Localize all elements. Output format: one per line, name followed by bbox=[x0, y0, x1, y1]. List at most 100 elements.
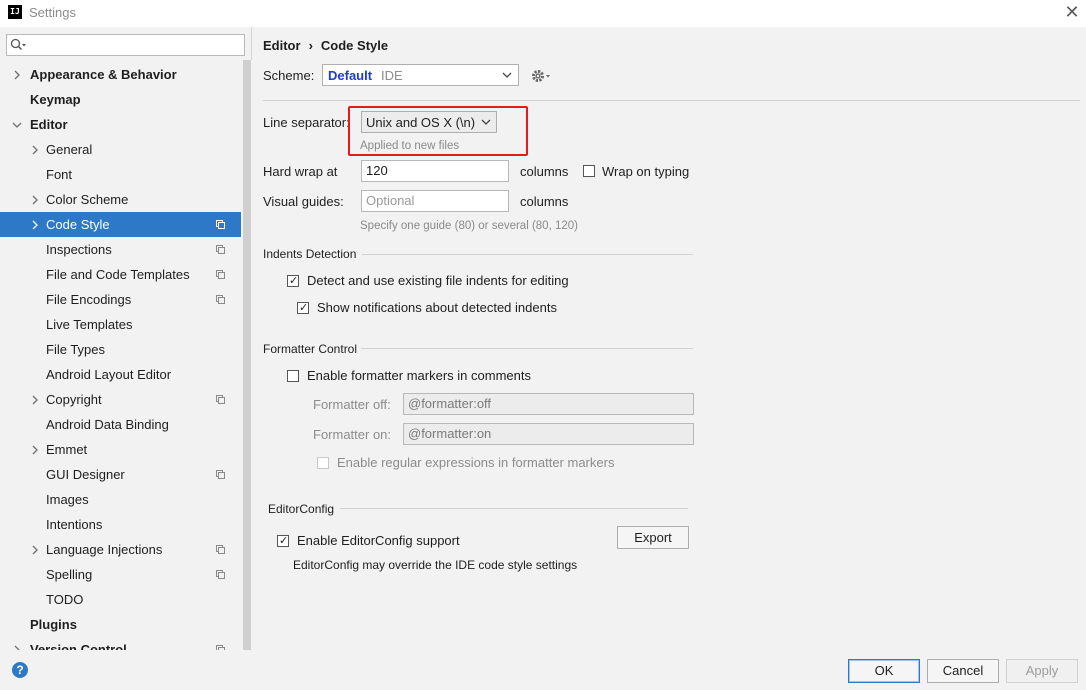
sidebar-item-label: Spelling bbox=[46, 567, 93, 582]
sidebar-item-plugins[interactable]: Plugins bbox=[0, 612, 241, 637]
sidebar-item-file-encodings[interactable]: File Encodings bbox=[0, 287, 241, 312]
project-scope-icon bbox=[216, 395, 225, 404]
chevron-right-icon[interactable] bbox=[30, 145, 40, 155]
visual-guides-input[interactable]: Optional bbox=[361, 190, 509, 212]
export-button[interactable]: Export bbox=[617, 526, 689, 549]
scheme-label: Scheme: bbox=[263, 68, 315, 83]
sidebar-item-live-templates[interactable]: Live Templates bbox=[0, 312, 241, 337]
hard-wrap-input[interactable]: 120 bbox=[361, 160, 509, 182]
sidebar-item-label: Emmet bbox=[46, 442, 88, 457]
chevron-right-icon[interactable] bbox=[30, 395, 40, 405]
visual-guides-hint: Specify one guide (80) or several (80, 1… bbox=[360, 220, 578, 232]
sidebar-item-label: Keymap bbox=[30, 92, 81, 107]
sidebar-item-font[interactable]: Font bbox=[0, 162, 241, 187]
sidebar-item-emmet[interactable]: Emmet bbox=[0, 437, 241, 462]
formatter-on-label: Formatter on: bbox=[313, 427, 392, 442]
wrap-on-typing-checkbox[interactable] bbox=[583, 165, 595, 177]
hard-wrap-unit: columns bbox=[520, 164, 569, 179]
checkmark-icon: ✓ bbox=[279, 535, 289, 547]
notify-indents-checkbox[interactable]: ✓ bbox=[297, 302, 309, 314]
sidebar-item-color-scheme[interactable]: Color Scheme bbox=[0, 187, 241, 212]
sidebar-scroll-thumb[interactable] bbox=[243, 60, 251, 650]
scheme-dropdown[interactable]: Default IDE bbox=[322, 64, 519, 86]
sidebar-item-label: File Types bbox=[46, 342, 106, 357]
sidebar-item-file-types[interactable]: File Types bbox=[0, 337, 241, 362]
sidebar-item-code-style[interactable]: Code Style bbox=[0, 212, 241, 237]
sidebar-item-label: Inspections bbox=[46, 242, 112, 257]
chevron-right-icon[interactable] bbox=[30, 195, 40, 205]
formatter-markers-label[interactable]: Enable formatter markers in comments bbox=[307, 368, 531, 383]
formatter-section-title: Formatter Control bbox=[263, 342, 358, 356]
sidebar-item-editor[interactable]: Editor bbox=[0, 112, 241, 137]
scheme-name: Default bbox=[328, 68, 373, 83]
sidebar-item-android-data-binding[interactable]: Android Data Binding bbox=[0, 412, 241, 437]
formatter-off-input[interactable]: @formatter:off bbox=[403, 393, 694, 415]
indents-section-title: Indents Detection bbox=[263, 247, 357, 261]
editorconfig-label[interactable]: Enable EditorConfig support bbox=[297, 533, 460, 548]
editorconfig-checkbox[interactable]: ✓ bbox=[277, 535, 289, 547]
sidebar-item-label: General bbox=[46, 142, 93, 157]
sidebar-item-label: Live Templates bbox=[46, 317, 133, 332]
cancel-button[interactable]: Cancel bbox=[927, 659, 999, 683]
sidebar-item-appearance-behavior[interactable]: Appearance & Behavior bbox=[0, 62, 241, 87]
chevron-right-icon[interactable] bbox=[12, 70, 22, 80]
sidebar-item-inspections[interactable]: Inspections bbox=[0, 237, 241, 262]
sidebar-item-label: Plugins bbox=[30, 617, 77, 632]
formatter-regex-checkbox[interactable] bbox=[317, 457, 329, 469]
detect-indents-label[interactable]: Detect and use existing file indents for… bbox=[307, 273, 569, 288]
chevron-down-icon[interactable] bbox=[12, 120, 22, 130]
sidebar-item-spelling[interactable]: Spelling bbox=[0, 562, 241, 587]
visual-guides-unit: columns bbox=[520, 194, 569, 209]
sidebar-item-android-layout-editor[interactable]: Android Layout Editor bbox=[0, 362, 241, 387]
chevron-right-icon[interactable] bbox=[30, 545, 40, 555]
visual-guides-label: Visual guides: bbox=[263, 194, 344, 209]
close-icon[interactable]: ✕ bbox=[1064, 1, 1080, 23]
help-icon[interactable]: ? bbox=[12, 662, 28, 678]
sidebar-item-label: Copyright bbox=[46, 392, 102, 407]
sidebar-item-images[interactable]: Images bbox=[0, 487, 241, 512]
project-scope-icon bbox=[216, 295, 225, 304]
gear-icon[interactable] bbox=[530, 67, 552, 85]
formatter-regex-label[interactable]: Enable regular expressions in formatter … bbox=[337, 455, 614, 470]
sidebar-item-label: Color Scheme bbox=[46, 192, 129, 207]
chevron-right-icon[interactable] bbox=[30, 445, 40, 455]
sidebar-item-intentions[interactable]: Intentions bbox=[0, 512, 241, 537]
detect-indents-checkbox[interactable]: ✓ bbox=[287, 275, 299, 287]
sidebar-item-todo[interactable]: TODO bbox=[0, 587, 241, 612]
sidebar-item-label: Intentions bbox=[46, 517, 103, 532]
apply-button[interactable]: Apply bbox=[1006, 659, 1078, 683]
breadcrumb-parent: Editor bbox=[263, 38, 301, 53]
project-scope-icon bbox=[216, 220, 225, 229]
formatter-off-label: Formatter off: bbox=[313, 397, 391, 412]
wrap-on-typing-label[interactable]: Wrap on typing bbox=[602, 164, 689, 179]
chevron-down-icon bbox=[502, 72, 512, 78]
breadcrumb: Editor › Code Style bbox=[263, 38, 388, 53]
editorconfig-section-title: EditorConfig bbox=[268, 502, 335, 516]
sidebar-item-keymap[interactable]: Keymap bbox=[0, 87, 241, 112]
notify-indents-label[interactable]: Show notifications about detected indent… bbox=[317, 300, 557, 315]
settings-tree: Appearance & Behavior Keymap Editor General… bbox=[0, 62, 241, 650]
ok-button[interactable]: OK bbox=[848, 659, 920, 683]
indents-divider bbox=[362, 254, 693, 255]
dialog-footer bbox=[0, 650, 1086, 690]
chevron-right-icon[interactable] bbox=[30, 220, 40, 230]
project-scope-icon bbox=[216, 245, 225, 254]
formatter-markers-checkbox[interactable] bbox=[287, 370, 299, 382]
sidebar-item-file-and-code-templates[interactable]: File and Code Templates bbox=[0, 262, 241, 287]
project-scope-icon bbox=[216, 270, 225, 279]
editorconfig-divider bbox=[340, 508, 688, 509]
search-icon bbox=[10, 38, 26, 51]
sidebar-item-version-control[interactable]: Version Control bbox=[0, 637, 241, 650]
sidebar-item-gui-designer[interactable]: GUI Designer bbox=[0, 462, 241, 487]
sidebar-item-label: Language Injections bbox=[46, 542, 163, 557]
header-divider bbox=[263, 100, 1080, 101]
formatter-on-input[interactable]: @formatter:on bbox=[403, 423, 694, 445]
sidebar-item-copyright[interactable]: Copyright bbox=[0, 387, 241, 412]
search-input[interactable] bbox=[6, 34, 245, 56]
window-title: Settings bbox=[29, 5, 76, 20]
sidebar-item-general[interactable]: General bbox=[0, 137, 241, 162]
sidebar-item-label: Android Layout Editor bbox=[46, 367, 172, 382]
scheme-level: IDE bbox=[381, 68, 403, 83]
hard-wrap-label: Hard wrap at bbox=[263, 164, 338, 179]
sidebar-item-language-injections[interactable]: Language Injections bbox=[0, 537, 241, 562]
